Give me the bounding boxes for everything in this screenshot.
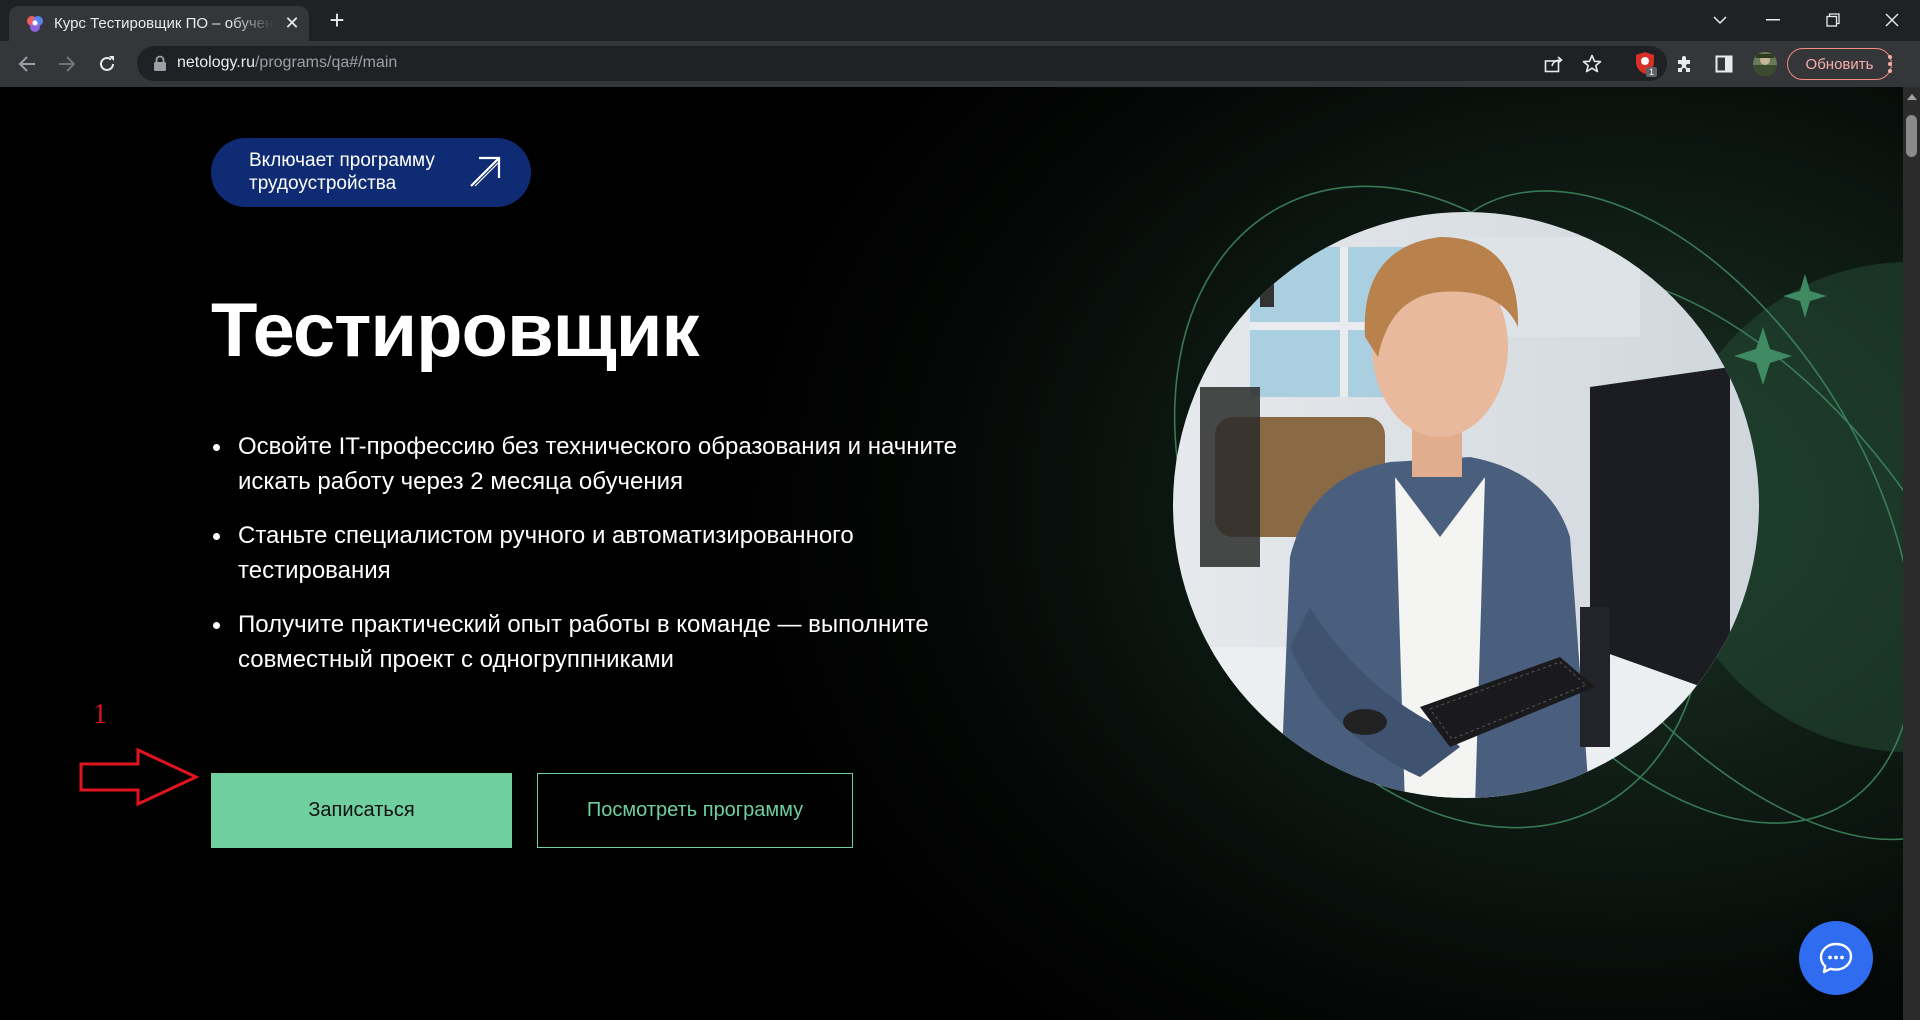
close-icon <box>1885 13 1899 27</box>
extension-button[interactable]: 1 <box>1632 50 1660 78</box>
reload-button[interactable] <box>93 50 121 78</box>
back-icon <box>18 56 35 72</box>
url-text[interactable]: netology.ru/programs/qa#/main <box>177 54 397 72</box>
forward-icon <box>59 56 76 72</box>
page-viewport: Включает программу трудоустройства Тести… <box>0 87 1903 1020</box>
profile-avatar <box>1753 52 1777 76</box>
enroll-button[interactable]: Записаться <box>211 773 512 848</box>
url-host: netology.ru <box>177 54 255 71</box>
minimize-icon <box>1766 19 1780 21</box>
netology-favicon-icon <box>27 16 43 32</box>
back-button[interactable] <box>13 50 41 78</box>
hero-photo <box>1173 212 1759 798</box>
minimize-button[interactable] <box>1747 0 1799 40</box>
chat-icon <box>1819 942 1853 974</box>
update-browser-button[interactable]: Обновить <box>1787 48 1892 80</box>
tab-search-button[interactable] <box>1694 0 1746 40</box>
tab-title: Курс Тестировщик ПО – обучение <box>54 15 274 32</box>
bookmark-button[interactable] <box>1581 53 1603 75</box>
page-title: Тестировщик <box>211 288 700 373</box>
browser-tab[interactable]: Курс Тестировщик ПО – обучение ✕ <box>9 6 309 41</box>
page-scrollbar[interactable] <box>1903 87 1920 1020</box>
scroll-up-arrow-icon[interactable] <box>1907 94 1917 100</box>
share-icon <box>1544 56 1563 73</box>
extensions-menu-button[interactable] <box>1671 50 1699 78</box>
side-panel-button[interactable] <box>1710 50 1738 78</box>
annotation-arrow-icon <box>79 747 200 807</box>
restore-icon <box>1826 13 1840 27</box>
bookmark-star-icon <box>1582 54 1602 73</box>
browser-toolbar: netology.ru/programs/qa#/main 1 Обновить <box>0 41 1920 87</box>
menu-icon <box>1888 55 1892 73</box>
view-program-button[interactable]: Посмотреть программу <box>537 773 853 848</box>
sidepanel-icon <box>1715 55 1733 73</box>
badge-text: Включает программу трудоустройства <box>249 150 435 194</box>
tab-strip: Курс Тестировщик ПО – обучение ✕ + <box>0 0 1920 41</box>
restore-button[interactable] <box>1807 0 1859 40</box>
hero-illustration <box>1173 185 1903 841</box>
address-bar[interactable]: netology.ru/programs/qa#/main <box>137 46 1667 81</box>
benefits-list: Освойте IT-профессию без технического об… <box>211 429 971 696</box>
reload-icon <box>100 56 114 71</box>
benefit-item: Освойте IT-профессию без технического об… <box>211 429 971 499</box>
arrow-up-right-icon <box>470 156 501 187</box>
forward-button[interactable] <box>53 50 81 78</box>
chat-widget-button[interactable] <box>1799 921 1873 995</box>
lock-icon[interactable] <box>153 55 167 71</box>
url-path: /programs/qa#/main <box>254 54 398 71</box>
benefit-item: Станьте специалистом ручного и автоматиз… <box>211 518 971 588</box>
extension-badge-count: 1 <box>1649 67 1654 77</box>
employment-program-badge[interactable]: Включает программу трудоустройства <box>211 138 531 207</box>
benefit-item: Получите практический опыт работы в кома… <box>211 607 971 677</box>
profile-button[interactable] <box>1751 50 1779 78</box>
share-button[interactable] <box>1543 53 1565 75</box>
scrollbar-thumb[interactable] <box>1906 115 1917 157</box>
browser-menu-button[interactable] <box>1880 51 1900 77</box>
close-window-button[interactable] <box>1866 0 1918 40</box>
tab-close-icon[interactable]: ✕ <box>283 14 301 32</box>
puzzle-icon <box>1678 56 1690 72</box>
chevron-down-icon <box>1713 16 1727 25</box>
new-tab-button[interactable]: + <box>324 7 350 34</box>
extension-icon: 1 <box>1636 52 1657 77</box>
annotation-number: 1 <box>93 699 107 730</box>
